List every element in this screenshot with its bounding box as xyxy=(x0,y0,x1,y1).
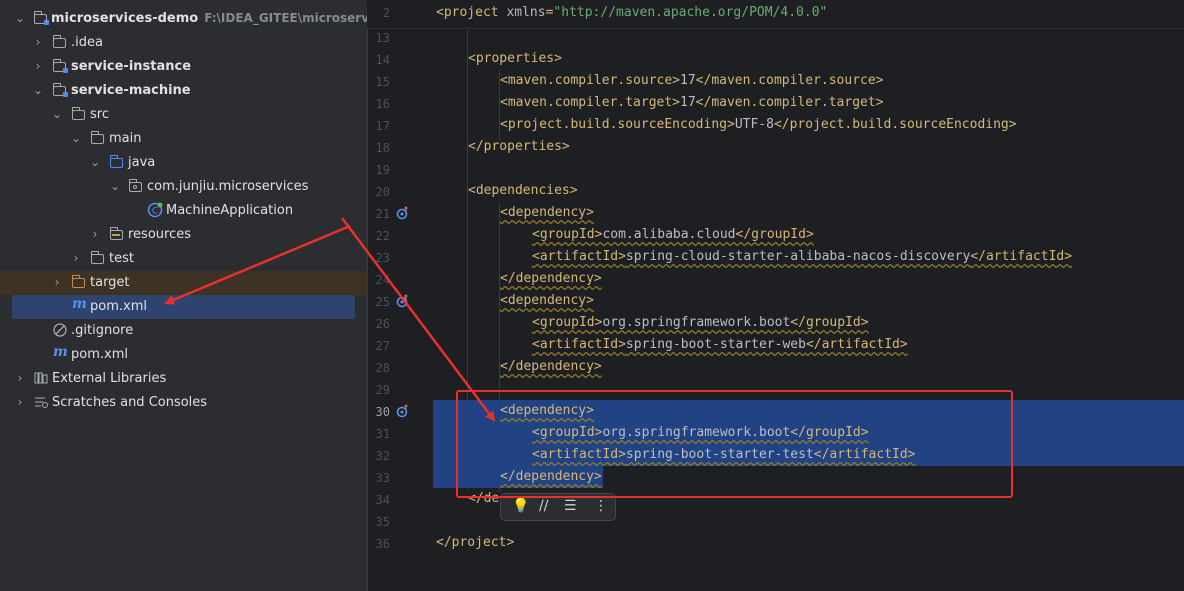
arrow-to-dependency xyxy=(341,217,496,422)
annotation-arrows xyxy=(164,217,496,422)
arrow-to-pom xyxy=(164,224,351,305)
